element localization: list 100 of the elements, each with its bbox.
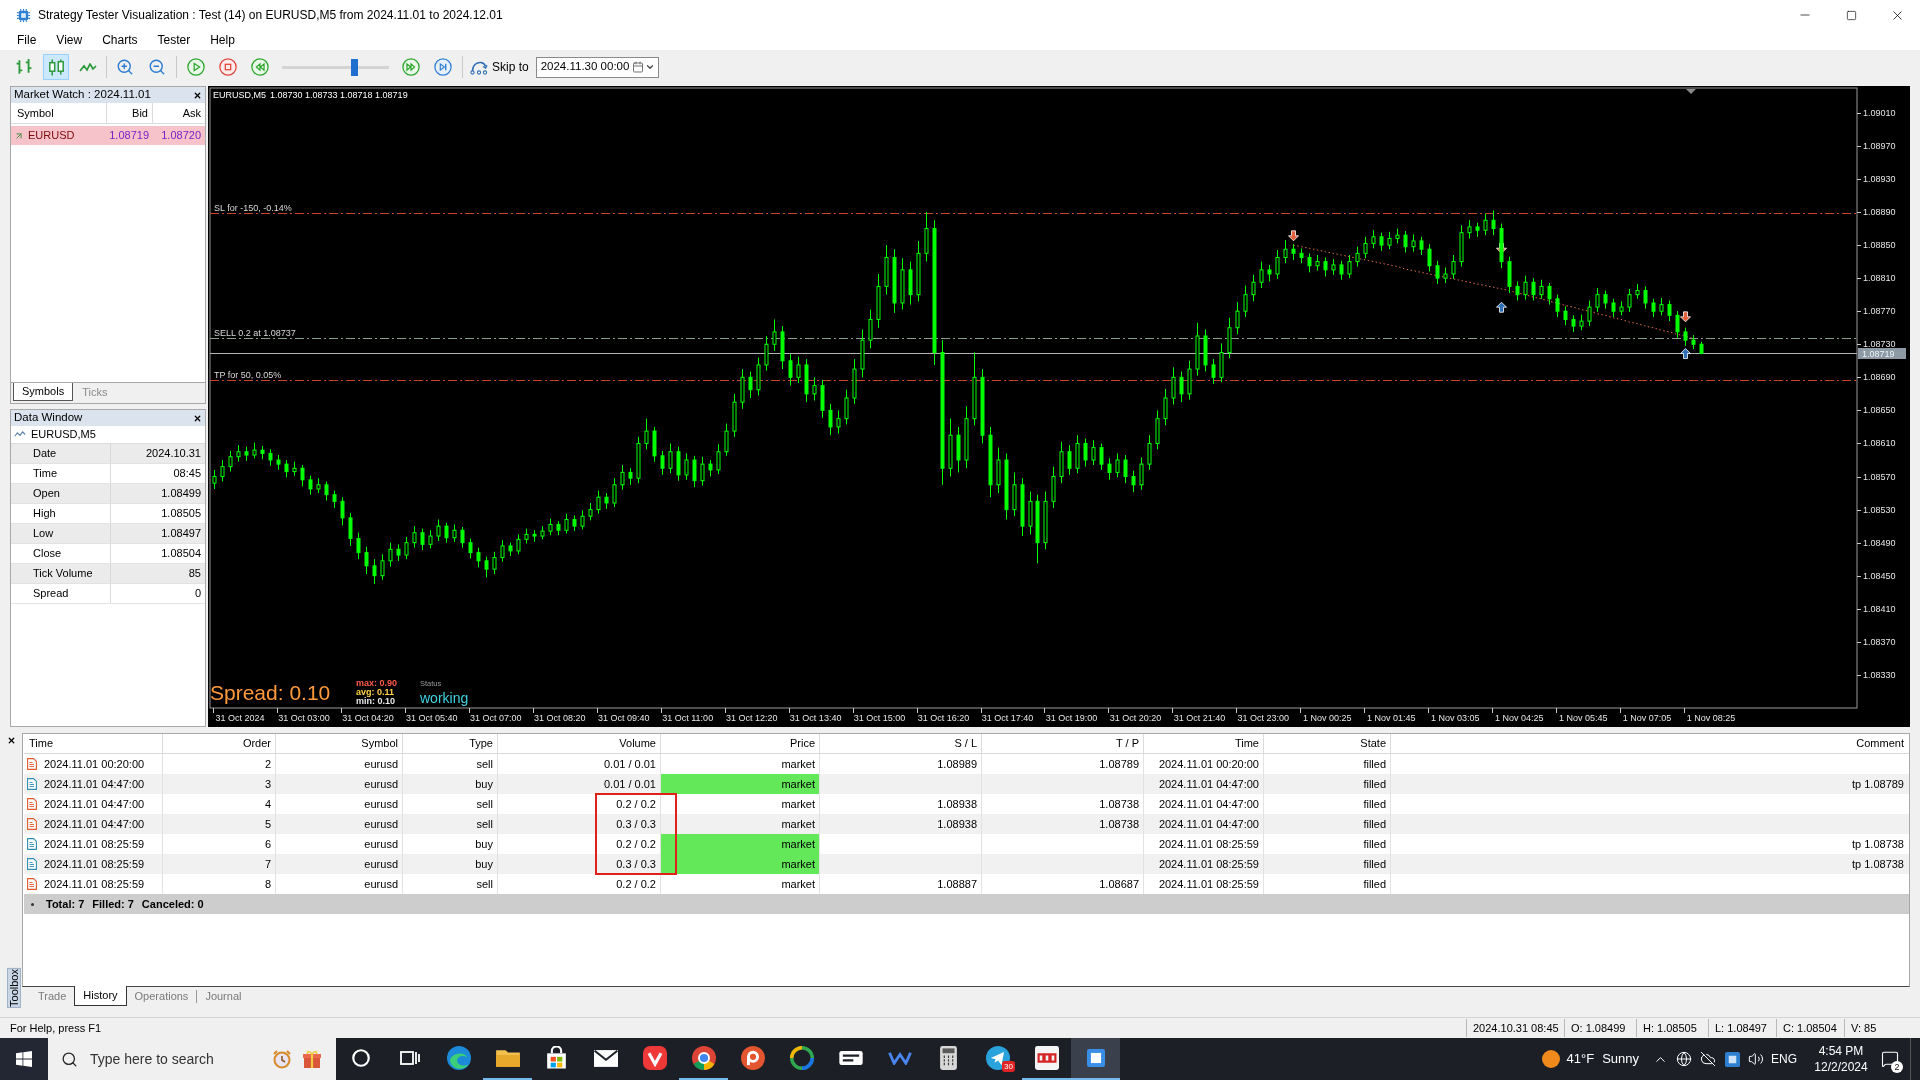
stop-icon (219, 58, 237, 76)
toolbox-tab[interactable]: Journal (197, 987, 250, 1006)
candle (412, 525, 417, 549)
column-header: Type (403, 734, 498, 753)
data-value: 1.08505 (160, 506, 202, 522)
clock-time: 4:54 PM (1818, 1043, 1864, 1059)
time-axis-label: 1 Nov 01:45 (1367, 713, 1416, 723)
spread-stat: min: 0.10 (356, 696, 395, 706)
candle (900, 257, 905, 311)
candle (1379, 232, 1384, 252)
menu-item[interactable]: Charts (92, 30, 148, 50)
time-axis-label: 31 Oct 12:20 (725, 713, 778, 723)
toolbox-tab[interactable]: History (74, 986, 127, 1006)
summary-text: Filled: 7 (92, 896, 134, 912)
up-arrow-icon (1496, 301, 1507, 313)
spread-stat: max: 0.90 (356, 678, 398, 688)
table-cell-text: 2024.11.01 04:47:00 (44, 796, 145, 812)
candle (1195, 322, 1200, 377)
panel-title: Market Watch : 2024.11.01 (14, 89, 151, 101)
candle (1387, 231, 1392, 250)
candle (1515, 280, 1520, 301)
data-label: Tick Volume (11, 564, 111, 583)
candle (500, 539, 505, 563)
candle (212, 469, 217, 490)
table-cell-text: 2024.11.01 04:47:00 (44, 776, 145, 792)
symbol-row[interactable]: EURUSD 1.08719 1.08720 (11, 126, 205, 145)
table-cell-text: tp 1.08789 (1851, 776, 1905, 792)
symbol-name: EURUSD,M5 (31, 427, 96, 443)
candle (372, 558, 377, 585)
slider-thumb[interactable] (350, 58, 358, 76)
search-box[interactable]: Type here to search (48, 1038, 336, 1080)
candle (1459, 224, 1464, 268)
toolbox-tab[interactable]: Operations (126, 987, 197, 1006)
level-label: SL for -150, -0.14% (214, 202, 292, 213)
candle (516, 533, 521, 555)
close-icon (192, 90, 202, 100)
column-header: T / P (982, 734, 1144, 753)
date-field[interactable]: 2024.11.30 00:00 (535, 56, 659, 78)
toolbox-tab[interactable]: Toolbox (7, 968, 21, 1008)
candle (1259, 261, 1264, 289)
candle (524, 528, 529, 544)
summary-text: Total: 7 (46, 896, 85, 912)
price-axis-label: 1.08770 (1863, 305, 1896, 316)
close-button[interactable] (192, 413, 202, 423)
clock[interactable]: 4:54 PM 12/2/2024 (1812, 1038, 1870, 1080)
data-value: 2024.10.31 (144, 446, 202, 462)
down-arrow-icon (1680, 311, 1691, 323)
menu-item[interactable]: Help (200, 30, 245, 50)
candle (1411, 233, 1416, 253)
start-button[interactable] (0, 1038, 48, 1080)
candle (612, 477, 617, 508)
status-field: L: 1.08497 (1708, 1019, 1776, 1037)
candle (1099, 442, 1104, 471)
price-axis-label: 1.08690 (1863, 371, 1896, 382)
candle (1547, 282, 1552, 306)
circle-logo-icon (740, 1046, 765, 1070)
candle (300, 464, 305, 487)
table-cell-text: 2024.11.01 08:25:59 (44, 836, 145, 852)
skip-to-button[interactable]: Skip to (470, 54, 529, 80)
menu-item[interactable]: Tester (147, 30, 201, 50)
tile-icon (1034, 1046, 1059, 1070)
price-axis-label: 1.08810 (1863, 272, 1896, 283)
spread-value: Spread: 0.10 (210, 681, 331, 704)
level-label: TP for 50, 0.05% (214, 369, 282, 380)
speaker-icon (1748, 1051, 1764, 1067)
candle (1403, 230, 1408, 253)
candle (836, 409, 841, 435)
chip-icon (16, 7, 31, 23)
panel-tab[interactable]: Symbols (13, 383, 74, 401)
candle (1307, 252, 1312, 273)
alarm-clock-icon (272, 1049, 292, 1069)
taskbar-app[interactable]: 30 (973, 1038, 1022, 1080)
candle (852, 358, 857, 405)
folder-icon (495, 1048, 520, 1068)
close-icon (6, 735, 16, 745)
candle (1579, 314, 1584, 331)
language-indicator[interactable]: ENG (1768, 1038, 1800, 1080)
price-axis-label: 1.08850 (1863, 239, 1896, 250)
taskbar-app[interactable] (1071, 1038, 1120, 1080)
data-value: 1.08504 (160, 546, 202, 562)
time-axis-label: 1 Nov 00:25 (1303, 713, 1352, 723)
close-button[interactable] (192, 90, 202, 100)
time-axis-label: 31 Oct 04:20 (342, 713, 394, 723)
chart-type-button[interactable] (43, 54, 69, 80)
candle (868, 309, 873, 349)
time-axis-label: 1 Nov 04:25 (1494, 713, 1544, 723)
close-button[interactable] (6, 735, 16, 745)
menu-item[interactable]: View (46, 30, 93, 50)
candle (1299, 247, 1304, 264)
candle (508, 542, 513, 557)
gift-icon (302, 1049, 322, 1069)
candle (956, 426, 961, 473)
table-cell-text: 2024.11.01 08:25:59 (44, 856, 145, 872)
menu-item[interactable]: File (7, 30, 47, 50)
toolbox-tab[interactable]: Trade (30, 987, 75, 1006)
table-cell: market (661, 854, 820, 874)
notifications-button[interactable]: 2 (1870, 1038, 1910, 1080)
time-axis-label: 31 Oct 08:20 (534, 713, 586, 723)
bullet-icon (31, 902, 34, 906)
document-icon (27, 758, 37, 770)
